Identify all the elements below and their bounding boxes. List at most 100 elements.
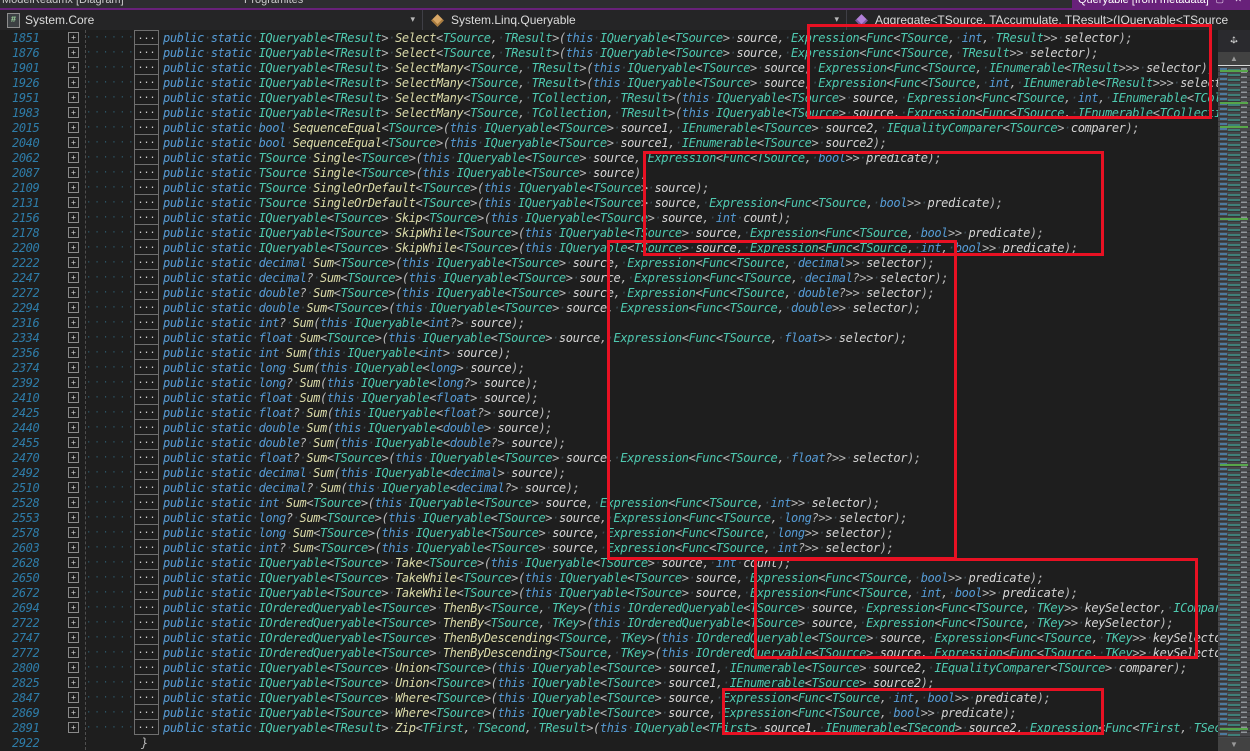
collapsed-region-box[interactable]: ...	[134, 585, 159, 600]
scroll-up-arrow-icon[interactable]: ▲	[1218, 52, 1250, 65]
collapsed-region-box[interactable]: ...	[134, 450, 159, 465]
fold-expand-icon[interactable]: +	[68, 77, 79, 88]
collapsed-region-box[interactable]: ...	[134, 225, 159, 240]
collapsed-region-box[interactable]: ...	[134, 360, 159, 375]
fold-expand-icon[interactable]: +	[68, 257, 79, 268]
fold-expand-icon[interactable]: +	[68, 587, 79, 598]
fold-expand-icon[interactable]: +	[68, 407, 79, 418]
fold-expand-icon[interactable]: +	[68, 692, 79, 703]
collapsed-region-box[interactable]: ...	[134, 285, 159, 300]
fold-expand-icon[interactable]: +	[68, 197, 79, 208]
collapsed-region-box[interactable]: ...	[134, 660, 159, 675]
fold-expand-icon[interactable]: +	[68, 317, 79, 328]
fold-expand-icon[interactable]: +	[68, 167, 79, 178]
collapsed-region-box[interactable]: ...	[134, 495, 159, 510]
fold-expand-icon[interactable]: +	[68, 452, 79, 463]
fold-expand-icon[interactable]: +	[68, 557, 79, 568]
collapsed-region-box[interactable]: ...	[134, 180, 159, 195]
assembly-dropdown[interactable]: # System.Core ▾	[0, 10, 422, 30]
tab-left[interactable]: ModelReadmx [Diagram]	[2, 0, 124, 6]
collapsed-region-box[interactable]: ...	[134, 240, 159, 255]
type-dropdown[interactable]: System.Linq.Queryable ▾	[422, 10, 846, 30]
collapsed-region-box[interactable]: ...	[134, 330, 159, 345]
fold-expand-icon[interactable]: +	[68, 542, 79, 553]
collapsed-region-box[interactable]: ...	[134, 570, 159, 585]
fold-expand-icon[interactable]: +	[68, 107, 79, 118]
collapsed-region-box[interactable]: ...	[134, 90, 159, 105]
collapsed-region-box[interactable]: ...	[134, 300, 159, 315]
minimap-scrollbar[interactable]: ↔↕ ▲ ▼	[1218, 30, 1250, 751]
code-editor[interactable]: 1851+········...public·static·IQueryable…	[0, 30, 1250, 751]
fold-expand-icon[interactable]: +	[68, 32, 79, 43]
fold-expand-icon[interactable]: +	[68, 512, 79, 523]
fold-expand-icon[interactable]: +	[68, 287, 79, 298]
collapsed-region-box[interactable]: ...	[134, 465, 159, 480]
collapsed-region-box[interactable]: ...	[134, 105, 159, 120]
collapsed-region-box[interactable]: ...	[134, 345, 159, 360]
fold-expand-icon[interactable]: +	[68, 212, 79, 223]
fold-expand-icon[interactable]: +	[68, 617, 79, 628]
fold-expand-icon[interactable]: +	[68, 227, 79, 238]
collapsed-region-box[interactable]: ...	[134, 255, 159, 270]
fold-expand-icon[interactable]: +	[68, 182, 79, 193]
fold-expand-icon[interactable]: +	[68, 332, 79, 343]
collapsed-region-box[interactable]: ...	[134, 390, 159, 405]
fold-expand-icon[interactable]: +	[68, 302, 79, 313]
fold-expand-icon[interactable]: +	[68, 482, 79, 493]
collapsed-region-box[interactable]: ...	[134, 60, 159, 75]
fold-expand-icon[interactable]: +	[68, 392, 79, 403]
chevron-down-icon[interactable]: ▾	[834, 14, 839, 25]
minimap[interactable]	[1218, 65, 1250, 738]
collapsed-region-box[interactable]: ...	[134, 630, 159, 645]
fold-expand-icon[interactable]: +	[68, 272, 79, 283]
fold-expand-icon[interactable]: +	[68, 152, 79, 163]
collapsed-region-box[interactable]: ...	[134, 150, 159, 165]
collapsed-region-box[interactable]: ...	[134, 480, 159, 495]
fold-expand-icon[interactable]: +	[68, 602, 79, 613]
collapsed-region-box[interactable]: ...	[134, 195, 159, 210]
pan-move-icon[interactable]: ↔↕	[1218, 30, 1250, 52]
fold-expand-icon[interactable]: +	[68, 122, 79, 133]
fold-expand-icon[interactable]: +	[68, 47, 79, 58]
fold-expand-icon[interactable]: +	[68, 422, 79, 433]
collapsed-region-box[interactable]: ...	[134, 690, 159, 705]
collapsed-region-box[interactable]: ...	[134, 420, 159, 435]
collapsed-region-box[interactable]: ...	[134, 720, 159, 735]
fold-expand-icon[interactable]: +	[68, 242, 79, 253]
fold-expand-icon[interactable]: +	[68, 62, 79, 73]
fold-expand-icon[interactable]: +	[68, 722, 79, 733]
fold-expand-icon[interactable]: +	[68, 527, 79, 538]
collapsed-region-box[interactable]: ...	[134, 705, 159, 720]
collapsed-region-box[interactable]: ...	[134, 135, 159, 150]
collapsed-region-box[interactable]: ...	[134, 165, 159, 180]
collapsed-region-box[interactable]: ...	[134, 30, 159, 45]
collapsed-region-box[interactable]: ...	[134, 555, 159, 570]
tab-queryable-active[interactable]: Queryable [from metadata] ‒ ▢ ✕	[1072, 0, 1250, 8]
collapsed-region-box[interactable]: ...	[134, 600, 159, 615]
fold-expand-icon[interactable]: +	[68, 572, 79, 583]
scroll-down-arrow-icon[interactable]: ▼	[1218, 738, 1250, 751]
tab-center[interactable]: Programites	[244, 0, 303, 6]
collapsed-region-box[interactable]: ...	[134, 75, 159, 90]
fold-expand-icon[interactable]: +	[68, 347, 79, 358]
fold-expand-icon[interactable]: +	[68, 137, 79, 148]
collapsed-region-box[interactable]: ...	[134, 435, 159, 450]
window-control-icons[interactable]: ‒ ▢ ✕	[1200, 0, 1246, 5]
fold-expand-icon[interactable]: +	[68, 707, 79, 718]
collapsed-region-box[interactable]: ...	[134, 120, 159, 135]
collapsed-region-box[interactable]: ...	[134, 405, 159, 420]
fold-expand-icon[interactable]: +	[68, 467, 79, 478]
collapsed-region-box[interactable]: ...	[134, 525, 159, 540]
collapsed-region-box[interactable]: ...	[134, 510, 159, 525]
collapsed-region-box[interactable]: ...	[134, 540, 159, 555]
fold-expand-icon[interactable]: +	[68, 377, 79, 388]
collapsed-region-box[interactable]: ...	[134, 315, 159, 330]
fold-expand-icon[interactable]: +	[68, 497, 79, 508]
collapsed-region-box[interactable]: ...	[134, 615, 159, 630]
collapsed-region-box[interactable]: ...	[134, 675, 159, 690]
collapsed-region-box[interactable]: ...	[134, 270, 159, 285]
collapsed-region-box[interactable]: ...	[134, 375, 159, 390]
fold-expand-icon[interactable]: +	[68, 92, 79, 103]
fold-expand-icon[interactable]: +	[68, 662, 79, 673]
fold-expand-icon[interactable]: +	[68, 437, 79, 448]
